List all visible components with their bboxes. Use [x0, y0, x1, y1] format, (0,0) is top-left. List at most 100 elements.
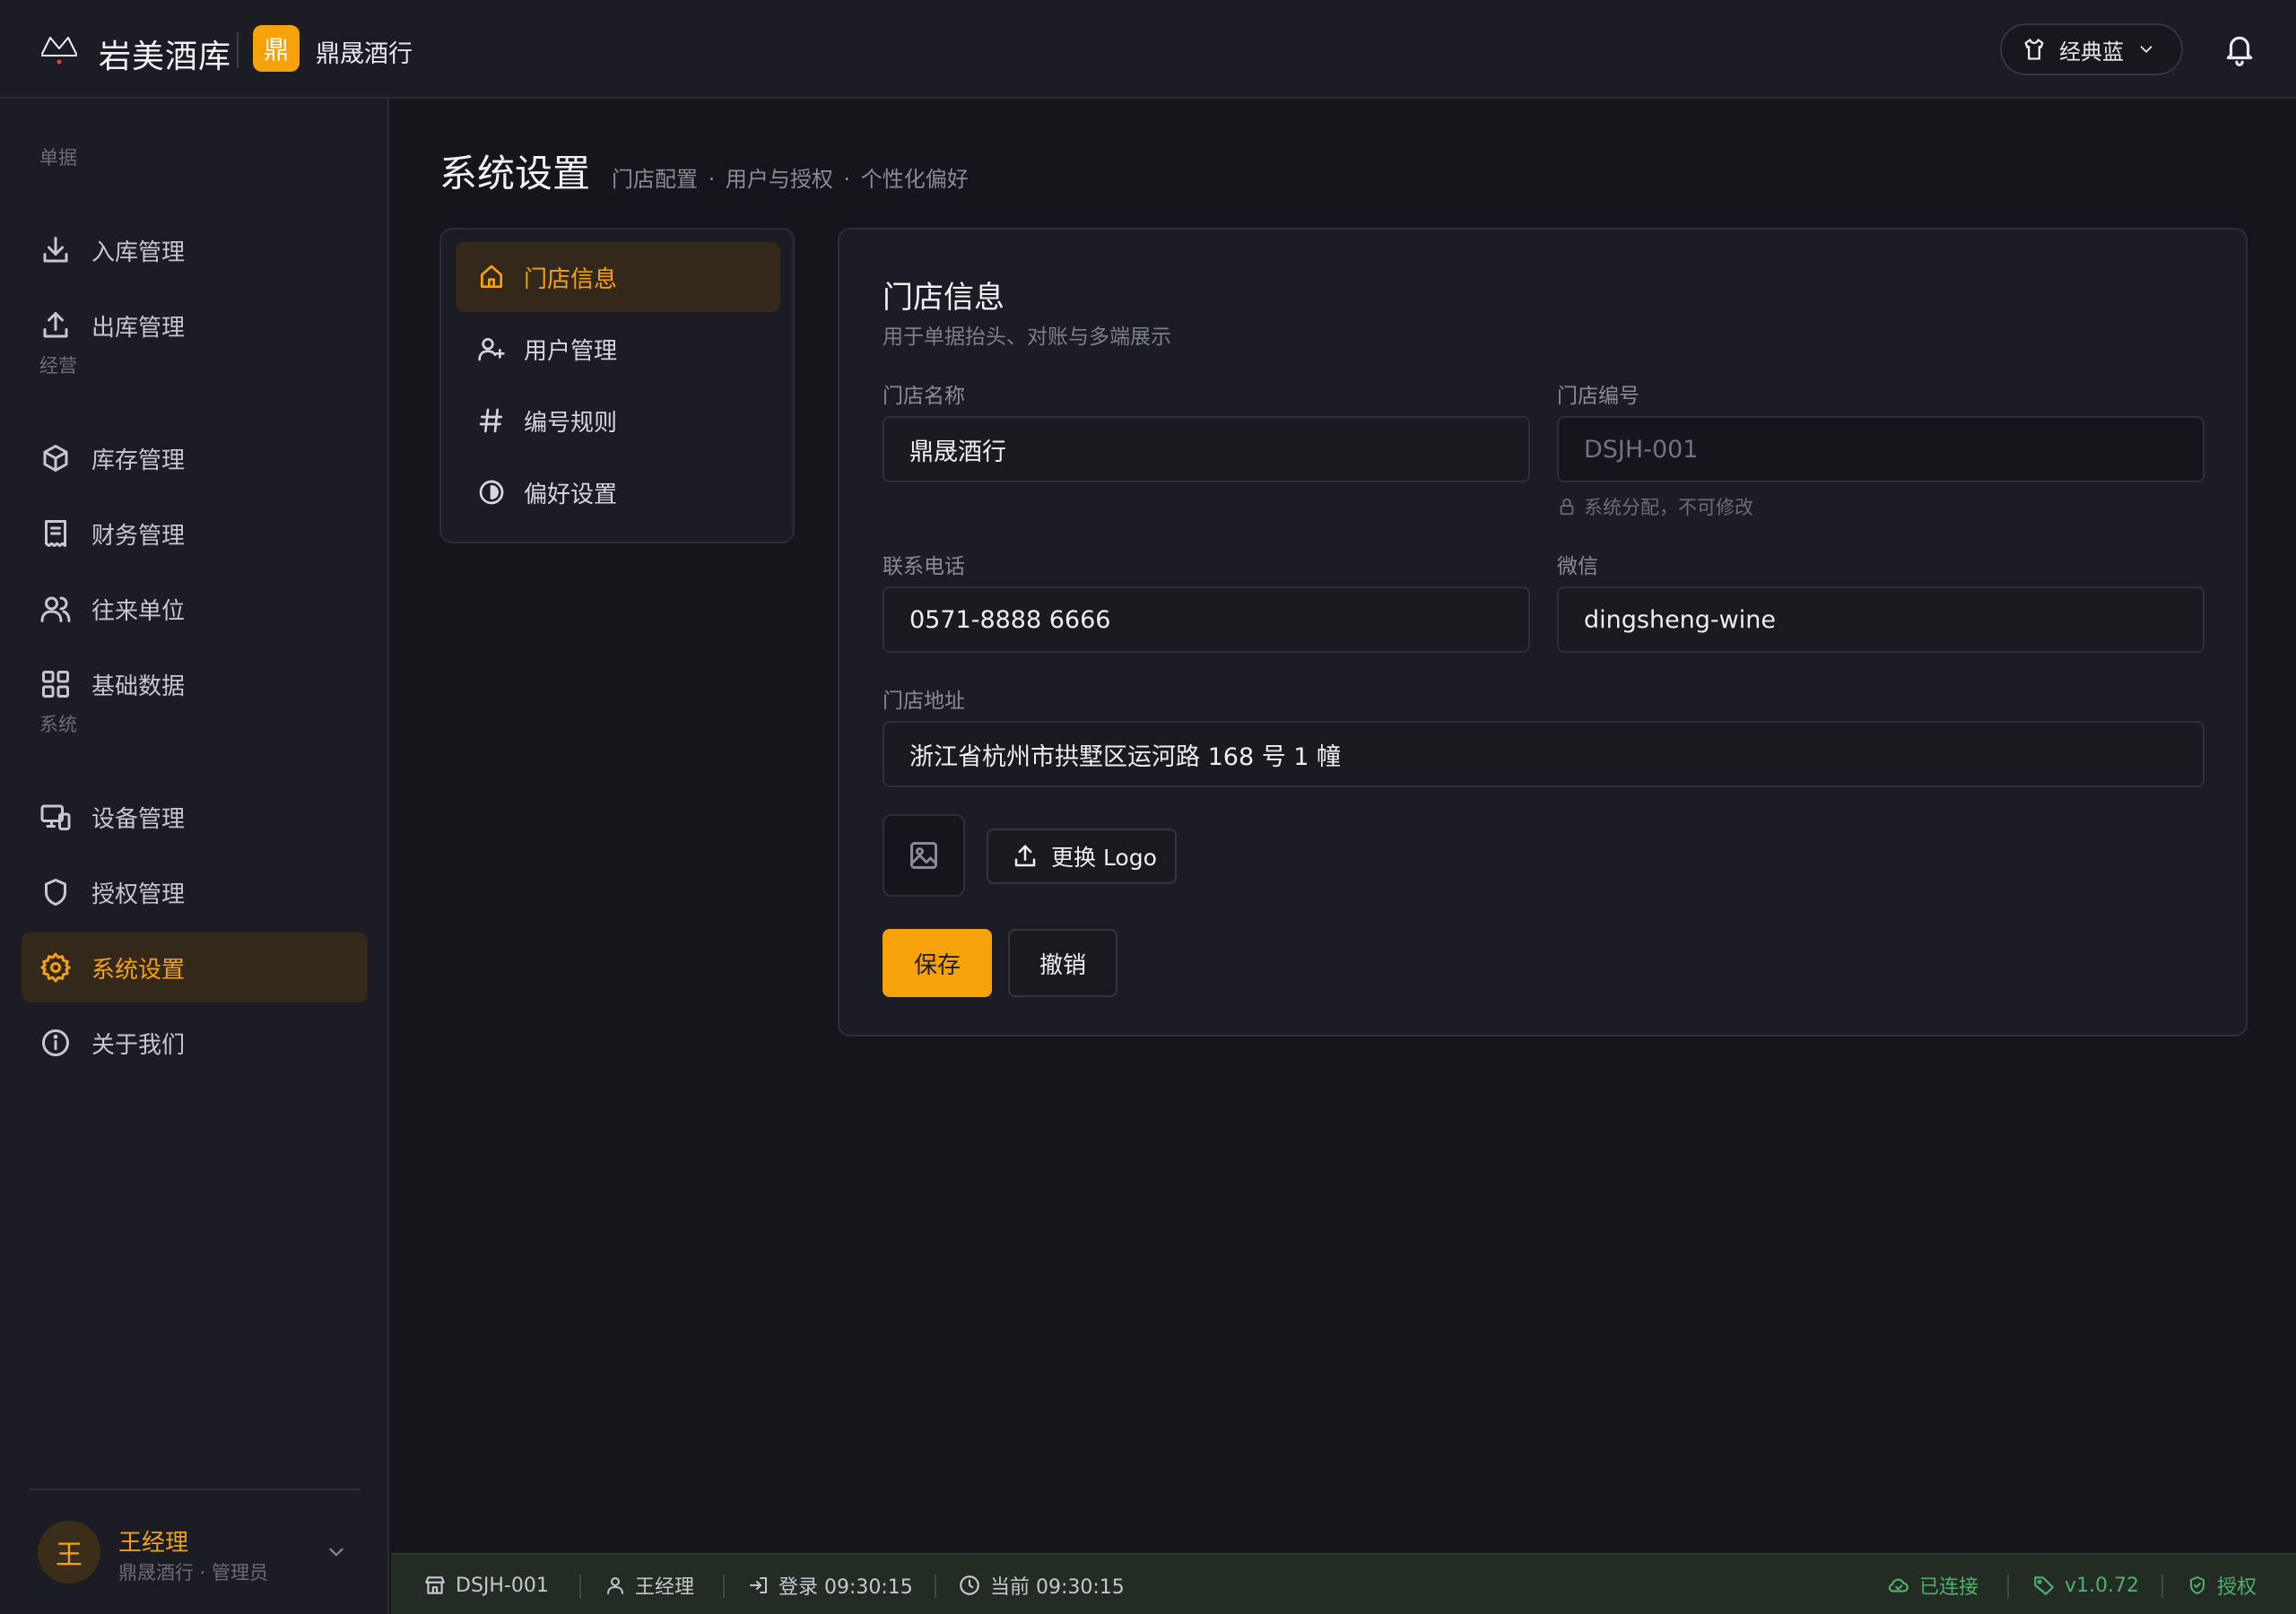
page-title: 系统设置 [439, 152, 591, 195]
sidebar-item-license[interactable]: 授权管理 [22, 857, 368, 927]
bell-icon[interactable] [2222, 32, 2257, 66]
status-license[interactable]: 授权 [2187, 1555, 2257, 1614]
subnav-item-store-info[interactable]: 门店信息 [456, 242, 780, 312]
change-logo-label: 更换 Logo [1051, 845, 1157, 871]
sidebar-item-about[interactable]: 关于我们 [22, 1008, 368, 1078]
shield-icon [39, 876, 72, 908]
subnav-item-preferences[interactable]: 偏好设置 [456, 457, 780, 527]
sidebar-item-outbound[interactable]: 出库管理 [22, 291, 368, 360]
sidebar-section-label: 单据 [39, 147, 77, 169]
phone-input[interactable]: 0571-8888 6666 [883, 586, 1530, 653]
status-license-text: 授权 [2217, 1576, 2257, 1599]
store-code-hint: 系统分配，不可修改 [1557, 493, 1753, 520]
wechat-input[interactable]: dingsheng-wine [1557, 586, 2205, 653]
store-name-input[interactable]: 鼎晟酒行 [883, 416, 1530, 482]
cloud-check-icon [1887, 1574, 1910, 1597]
status-connection-text: 已连接 [1919, 1576, 1979, 1599]
status-user: 王经理 [604, 1555, 694, 1614]
subnav-label: 门店信息 [524, 265, 618, 293]
brand-name: 岩美酒库 [99, 39, 232, 75]
status-separator [723, 1575, 725, 1598]
receipt-icon [39, 517, 72, 550]
breadcrumb: 门店配置 · 用户与授权 · 个性化偏好 [612, 167, 969, 192]
sidebar-divider [29, 1488, 361, 1490]
sidebar-item-finance[interactable]: 财务管理 [22, 499, 368, 568]
status-separator [2007, 1575, 2009, 1598]
status-store-code: DSJH-001 [456, 1574, 549, 1597]
sidebar-section-label: 经营 [39, 355, 77, 377]
theme-switch-button[interactable]: 经典蓝 [2000, 23, 2183, 75]
sidebar-item-label: 关于我们 [91, 1031, 186, 1059]
sidebar-item-label: 往来单位 [91, 597, 186, 625]
status-version-text: v1.0.72 [2065, 1574, 2139, 1597]
sidebar-item-label: 财务管理 [91, 522, 186, 550]
user-icon [604, 1575, 626, 1596]
store-code-label: 门店编号 [1557, 385, 1639, 408]
subnav-item-users[interactable]: 用户管理 [456, 314, 780, 384]
logo-preview [883, 814, 965, 897]
store-name-label: 门店名称 [883, 385, 965, 408]
box-icon [39, 442, 72, 474]
lock-icon [1557, 497, 1577, 516]
download-icon [39, 234, 72, 266]
mountain-logo-icon [39, 29, 79, 65]
status-user-name: 王经理 [635, 1576, 695, 1599]
sidebar-item-label: 授权管理 [91, 881, 186, 908]
devices-icon [39, 801, 72, 833]
address-input[interactable]: 浙江省杭州市拱墅区运河路 168 号 1 幢 [883, 721, 2205, 787]
upload-icon [1012, 843, 1039, 870]
sidebar-item-basedata[interactable]: 基础数据 [22, 649, 368, 719]
change-logo-button[interactable]: 更换 Logo [987, 829, 1177, 884]
info-icon [39, 1027, 72, 1059]
save-button[interactable]: 保存 [883, 929, 992, 997]
wechat-label: 微信 [1557, 555, 1598, 578]
address-label: 门店地址 [883, 690, 965, 713]
image-icon [908, 839, 940, 872]
cancel-button[interactable]: 撤销 [1008, 929, 1118, 997]
sidebar-section-label: 系统 [39, 714, 77, 735]
status-current-time: 当前 09:30:15 [990, 1576, 1125, 1599]
chevron-down-icon [2136, 39, 2156, 59]
store-badge[interactable]: 鼎 [253, 25, 300, 72]
store-icon [423, 1574, 447, 1597]
upload-icon [39, 309, 72, 342]
subnav-label: 用户管理 [524, 337, 618, 365]
sidebar: 单据 入库管理 出库管理 经营 库存管理 财务管理 往来单位 基础数据 系统 设… [0, 99, 389, 1614]
hint-text: 系统分配，不可修改 [1584, 497, 1753, 518]
panel-description: 用于单据抬头、对账与多端展示 [883, 325, 1171, 349]
home-icon [477, 263, 506, 291]
user-name: 王经理 [118, 1530, 189, 1557]
status-login-time: 登录 09:30:15 [778, 1576, 913, 1599]
sidebar-item-partners[interactable]: 往来单位 [22, 574, 368, 644]
hash-icon [477, 406, 506, 435]
tag-icon [2032, 1574, 2056, 1597]
status-separator [2161, 1575, 2163, 1598]
sidebar-item-devices[interactable]: 设备管理 [22, 782, 368, 852]
contrast-icon [477, 478, 506, 507]
user-role: 鼎晟酒行 · 管理员 [118, 1562, 269, 1584]
store-name[interactable]: 鼎晟酒行 [316, 34, 413, 69]
subnav-item-numbering[interactable]: 编号规则 [456, 386, 780, 456]
sidebar-item-inbound[interactable]: 入库管理 [22, 215, 368, 285]
status-version: v1.0.72 [2032, 1555, 2139, 1614]
status-bar: DSJH-001 王经理 登录 09:30:15 当前 09:30:15 已连接… [391, 1553, 2296, 1614]
sidebar-item-label: 系统设置 [91, 956, 186, 984]
users-icon [39, 593, 72, 625]
gear-icon [39, 951, 72, 984]
theme-label: 经典蓝 [2059, 39, 2124, 65]
avatar[interactable]: 王 [38, 1521, 100, 1584]
status-separator [579, 1575, 581, 1598]
sidebar-item-label: 基础数据 [91, 672, 186, 700]
sidebar-item-inventory[interactable]: 库存管理 [22, 423, 368, 493]
panel-title: 门店信息 [883, 280, 1004, 316]
store-info-panel: 门店信息 用于单据抬头、对账与多端展示 门店名称 鼎晟酒行 门店编号 DSJH-… [838, 228, 2248, 1037]
store-code-input: DSJH-001 [1557, 416, 2205, 482]
settings-subnav: 门店信息 用户管理 编号规则 偏好设置 [439, 228, 795, 543]
grid-icon [39, 668, 72, 700]
chevron-down-icon[interactable] [325, 1540, 348, 1564]
app-header: 岩美酒库 鼎 鼎晟酒行 经典蓝 [0, 0, 2296, 99]
status-store: DSJH-001 [423, 1555, 549, 1614]
status-connection: 已连接 [1887, 1555, 1979, 1614]
sidebar-item-label: 设备管理 [91, 805, 186, 833]
sidebar-item-settings[interactable]: 系统设置 [22, 933, 368, 1002]
